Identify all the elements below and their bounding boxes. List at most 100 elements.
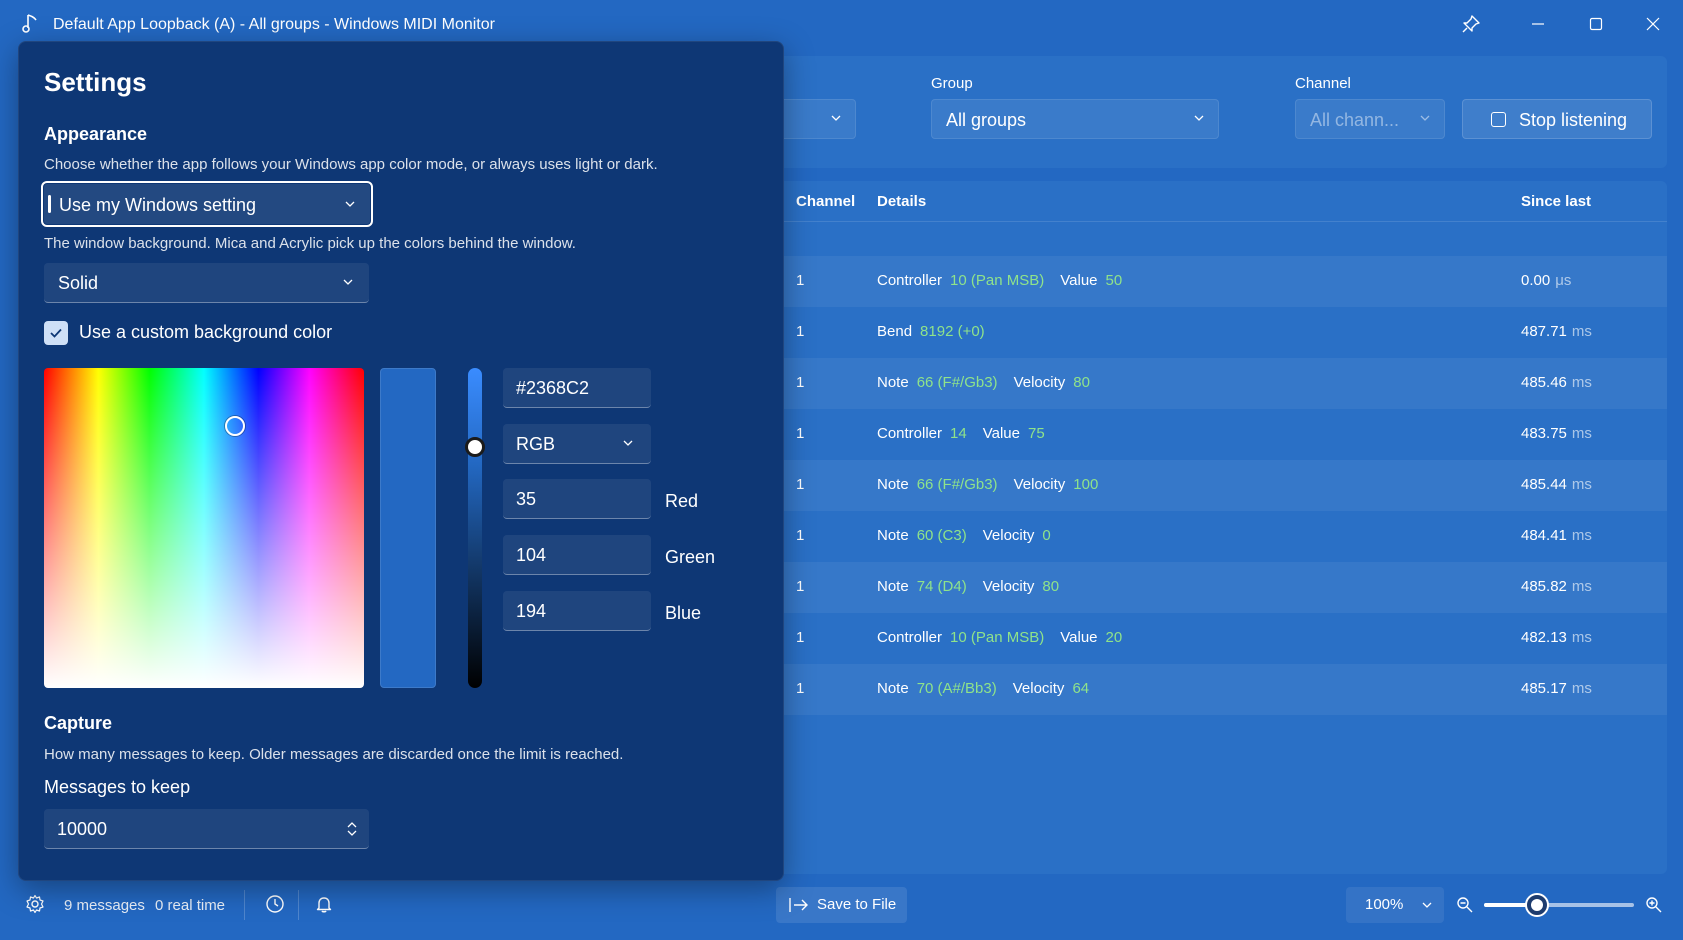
history-button[interactable] <box>257 886 293 922</box>
cell-details: Note 70 (A#/Bb3) Velocity 64 <box>877 680 1105 697</box>
close-button[interactable] <box>1630 6 1676 42</box>
table-row[interactable]: 1 Bend 8192 (+0) 487.71 ms <box>740 307 1667 358</box>
table-row[interactable]: 1 Note 66 (F#/Gb3) Velocity 80 485.46 ms <box>740 358 1667 409</box>
column-header-details[interactable]: Details <box>877 193 926 210</box>
notifications-button[interactable] <box>306 886 342 922</box>
color-mode-combo[interactable]: Use my Windows setting <box>41 181 373 227</box>
detail-value: 10 (Pan MSB) <box>950 629 1045 646</box>
settings-button[interactable] <box>17 886 53 922</box>
detail-value: 64 <box>1072 680 1090 697</box>
since-last-value: 485.44 <box>1521 476 1567 493</box>
since-last-value: 482.13 <box>1521 629 1567 646</box>
detail-label: Value <box>982 425 1020 442</box>
table-row[interactable]: 1 Controller 10 (Pan MSB) Value 50 0.00 μs <box>740 256 1667 307</box>
detail-label: Note <box>877 527 909 544</box>
maximize-button[interactable] <box>1573 6 1619 42</box>
message-count: 9 messages <box>64 897 145 914</box>
detail-label: Velocity <box>1012 680 1065 697</box>
settings-title: Settings <box>44 67 147 97</box>
cell-since-last: 485.44 ms <box>1521 476 1592 493</box>
detail-label: Note <box>877 578 909 595</box>
cell-channel: 1 <box>796 323 805 340</box>
table-row[interactable]: 1 Note 70 (A#/Bb3) Velocity 64 485.17 ms <box>740 664 1667 715</box>
detail-value: 74 (D4) <box>916 578 967 595</box>
red-input[interactable]: 35 <box>503 479 651 519</box>
save-to-file-button[interactable]: Save to File <box>776 887 907 923</box>
hex-input[interactable]: #2368C2 <box>503 368 651 408</box>
color-preview <box>380 368 436 688</box>
channel-label: Channel <box>1295 75 1351 92</box>
color-model-combo[interactable]: RGB <box>503 424 651 464</box>
pin-button[interactable] <box>1448 6 1494 42</box>
chevron-down-icon <box>623 440 633 446</box>
channel-combo-value: All chann... <box>1310 110 1400 130</box>
brightness-slider-thumb[interactable] <box>465 437 485 457</box>
blue-input[interactable]: 194 <box>503 591 651 631</box>
green-input[interactable]: 104 <box>503 535 651 575</box>
minimize-icon <box>1532 23 1544 25</box>
background-type-combo[interactable]: Solid <box>44 263 369 303</box>
detail-value: 80 <box>1073 374 1090 391</box>
since-last-value: 0.00 <box>1521 272 1551 289</box>
table-row[interactable]: 1 Controller 14 Value 75 483.75 ms <box>740 409 1667 460</box>
chevron-down-icon <box>1194 115 1204 121</box>
custom-color-checkbox[interactable] <box>44 321 68 345</box>
hex-value: #2368C2 <box>516 378 590 398</box>
cell-channel: 1 <box>796 527 805 544</box>
since-last-value: 485.17 <box>1521 680 1567 697</box>
blue-value: 194 <box>516 601 547 621</box>
zoom-out-icon[interactable] <box>1456 896 1474 914</box>
since-last-value: 485.82 <box>1521 578 1567 595</box>
table-row[interactable]: 1 Note 66 (F#/Gb3) Velocity 100 485.44 ms <box>740 460 1667 511</box>
detail-value: 10 (Pan MSB) <box>950 272 1045 289</box>
chevron-down-icon <box>831 115 841 121</box>
column-header-channel[interactable]: Channel <box>796 193 855 210</box>
detail-value: 50 <box>1105 272 1123 289</box>
zoom-slider-thumb[interactable] <box>1525 893 1549 917</box>
chevron-down-icon <box>345 201 355 207</box>
status-divider <box>244 890 245 920</box>
zoom-in-icon[interactable] <box>1645 896 1663 914</box>
detail-value: 80 <box>1042 578 1060 595</box>
custom-color-label[interactable]: Use a custom background color <box>79 322 332 343</box>
table-row[interactable]: 1 Note 60 (C3) Velocity 0 484.41 ms <box>740 511 1667 562</box>
cell-details: Controller 10 (Pan MSB) Value 50 <box>877 272 1138 289</box>
cell-details: Note 66 (F#/Gb3) Velocity 80 <box>877 374 1106 391</box>
brightness-slider[interactable] <box>465 368 485 688</box>
stop-listening-toggle[interactable]: Stop listening <box>1462 99 1652 139</box>
detail-label: Controller <box>877 425 943 442</box>
color-selector-ring[interactable] <box>225 416 245 436</box>
detail-label: Note <box>877 374 909 391</box>
channel-combo[interactable]: All chann... <box>1295 99 1445 139</box>
cell-details: Controller 14 Value 75 <box>877 425 1061 442</box>
detail-label: Bend <box>877 323 913 340</box>
column-header-since-last[interactable]: Since last <box>1521 193 1591 210</box>
since-last-unit: ms <box>1571 578 1592 595</box>
group-combo[interactable]: All groups <box>931 99 1219 139</box>
minimize-button[interactable] <box>1515 6 1561 42</box>
table-row[interactable]: 1 Note 74 (D4) Velocity 80 485.82 ms <box>740 562 1667 613</box>
settings-panel: Settings Appearance Choose whether the a… <box>18 41 784 881</box>
zoom-value: 100% <box>1365 896 1404 913</box>
spin-updown-icon[interactable] <box>345 820 359 838</box>
cell-channel: 1 <box>796 476 805 493</box>
green-label: Green <box>665 547 716 567</box>
since-last-unit: ms <box>1571 323 1592 340</box>
zoom-combo[interactable]: 100% <box>1346 887 1444 923</box>
close-icon <box>1646 17 1660 31</box>
since-last-unit: ms <box>1571 374 1592 391</box>
cell-channel: 1 <box>796 629 805 646</box>
chevron-down-icon <box>1420 115 1430 121</box>
detail-value: 66 (F#/Gb3) <box>916 476 998 493</box>
detail-label: Controller <box>877 629 943 646</box>
save-to-file-label: Save to File <box>817 896 897 913</box>
chevron-down-icon <box>343 279 353 285</box>
header-divider <box>740 221 1667 222</box>
messages-to-keep-input[interactable]: 10000 <box>44 809 369 849</box>
since-last-unit: ms <box>1571 527 1592 544</box>
detail-value: 66 (F#/Gb3) <box>916 374 998 391</box>
color-spectrum[interactable] <box>44 368 364 688</box>
chevron-down-icon <box>1422 902 1432 908</box>
table-row[interactable]: 1 Controller 10 (Pan MSB) Value 20 482.13 ms <box>740 613 1667 664</box>
clock-icon <box>266 895 284 913</box>
